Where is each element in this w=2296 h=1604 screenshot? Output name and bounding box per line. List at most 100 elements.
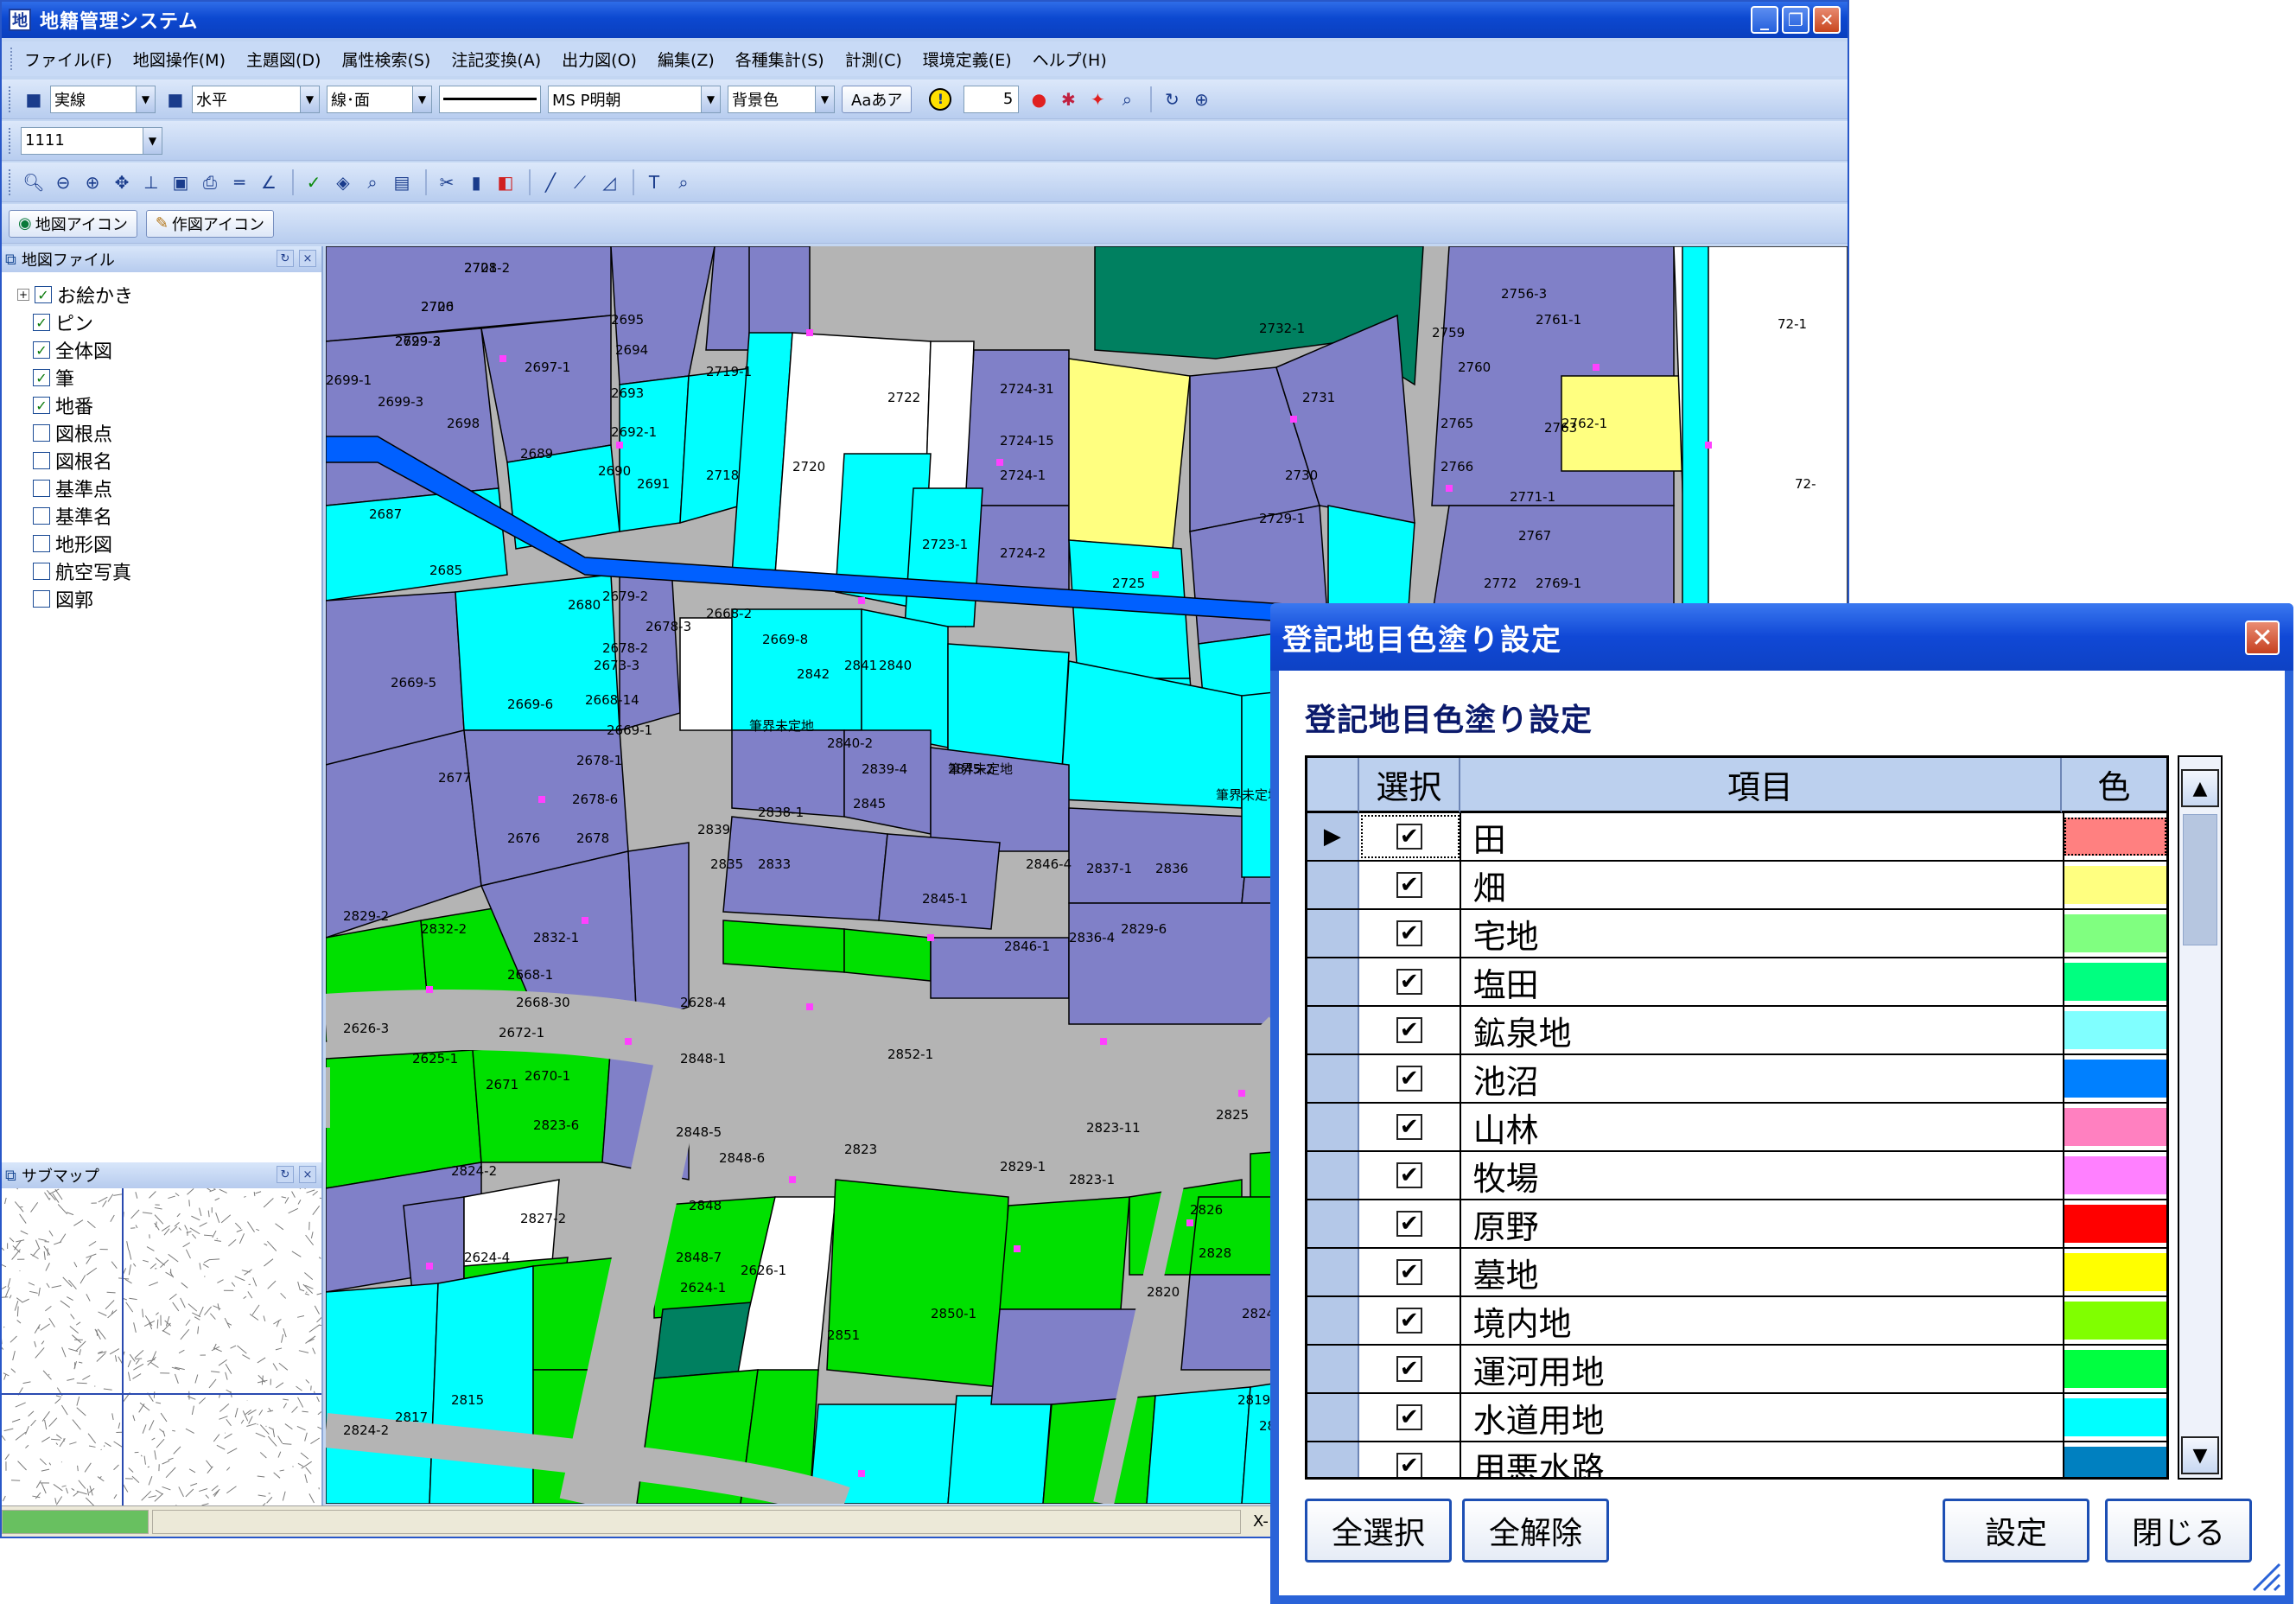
row-checkbox[interactable]: ✔	[1396, 1066, 1422, 1092]
layer-item[interactable]: ✓ ピン	[33, 309, 93, 336]
layer-item[interactable]: 基準点	[33, 474, 112, 502]
color-swatch[interactable]	[2064, 1156, 2166, 1194]
menu-grip[interactable]	[10, 48, 16, 70]
color-swatch[interactable]	[2064, 1447, 2166, 1477]
cut-icon[interactable]: ✂	[434, 169, 460, 196]
layer-item[interactable]: + ✓ お絵かき	[17, 281, 133, 309]
pin-icon[interactable]: ●	[1026, 86, 1052, 113]
fill-color-icon[interactable]: ■	[162, 86, 188, 113]
line-color-icon[interactable]: ■	[21, 86, 47, 113]
select-all-button[interactable]: 全選択	[1305, 1499, 1452, 1563]
close-button[interactable]: 閉じる	[2105, 1499, 2252, 1563]
layer-checkbox[interactable]: ✓	[33, 369, 50, 386]
deselect-all-button[interactable]: 全解除	[1462, 1499, 1609, 1563]
color-swatch[interactable]	[2064, 818, 2166, 856]
grid-header-color[interactable]: 色	[2061, 758, 2166, 813]
layer-checkbox[interactable]: ✓	[35, 286, 52, 303]
layer-item[interactable]: 図根点	[33, 419, 112, 447]
search-icon[interactable]: ⌕	[359, 169, 385, 196]
grid-row[interactable]: ✔ 宅地	[1307, 910, 2166, 958]
row-color-cell[interactable]	[2064, 958, 2166, 1005]
row-color-cell[interactable]	[2064, 1249, 2166, 1295]
scroll-up-button[interactable]: ▲	[2181, 769, 2219, 807]
layer-checkbox[interactable]	[33, 452, 50, 469]
grid-row[interactable]: ✔ 用悪水路	[1307, 1442, 2166, 1477]
row-checkbox[interactable]: ✔	[1396, 824, 1422, 850]
find-icon[interactable]: ⌕	[671, 169, 696, 196]
grid-row[interactable]: ✔ 水道用地	[1307, 1394, 2166, 1442]
document-icon[interactable]: ▤	[389, 169, 415, 196]
toolbar-grip[interactable]	[9, 86, 14, 112]
zoom-area-icon[interactable]: ⊕	[1188, 86, 1214, 113]
angle-icon[interactable]: ∠	[256, 169, 282, 196]
text-sample-button[interactable]: Aaあア	[842, 85, 913, 113]
check-tool-icon[interactable]: ✓	[301, 169, 327, 196]
grid-row[interactable]: ✔ 牧場	[1307, 1152, 2166, 1200]
line-style-select[interactable]: 実線 ▼	[50, 85, 156, 113]
warning-icon[interactable]: !	[920, 86, 960, 113]
row-color-cell[interactable]	[2064, 1007, 2166, 1053]
layer-checkbox[interactable]	[33, 535, 50, 552]
color-swatch[interactable]	[2064, 1302, 2166, 1340]
layer-checkbox[interactable]	[33, 424, 50, 442]
color-swatch[interactable]	[2064, 1060, 2166, 1098]
refresh-icon[interactable]: ↻	[1159, 86, 1185, 113]
grid-header-item[interactable]: 項目	[1460, 758, 2062, 813]
toolbar-grip[interactable]	[9, 169, 14, 195]
row-checkbox[interactable]: ✔	[1396, 1453, 1422, 1477]
row-checkbox[interactable]: ✔	[1396, 1017, 1422, 1043]
color-swatch[interactable]	[2064, 1108, 2166, 1146]
text-tool-icon[interactable]: T	[641, 169, 667, 196]
row-checkbox[interactable]: ✔	[1396, 1162, 1422, 1188]
row-color-cell[interactable]	[2064, 1346, 2166, 1392]
row-color-cell[interactable]	[2064, 1152, 2166, 1199]
map-icons-tab[interactable]: ◉ 地図アイコン	[9, 209, 137, 238]
color-swatch[interactable]	[2064, 1350, 2166, 1388]
toolbar-grip[interactable]	[9, 127, 14, 154]
layer-item[interactable]: ✓ 全体図	[33, 336, 112, 364]
shape-select[interactable]: 線･面 ▼	[327, 85, 432, 113]
close-icon[interactable]: ×	[299, 1166, 316, 1183]
menu-output-map[interactable]: 出力図(O)	[562, 48, 637, 71]
row-color-cell[interactable]	[2064, 910, 2166, 957]
resize-grip-icon[interactable]	[2247, 1557, 2281, 1592]
row-color-cell[interactable]	[2064, 1104, 2166, 1150]
submap-overview[interactable]	[2, 1188, 321, 1508]
line-preview[interactable]	[439, 85, 541, 113]
layer-item[interactable]: 図根名	[33, 447, 112, 474]
row-color-cell[interactable]	[2064, 1442, 2166, 1477]
layer-item[interactable]: ✓ 地番	[33, 391, 93, 419]
scroll-thumb[interactable]	[2183, 814, 2217, 945]
draw-polygon-icon[interactable]: ◿	[596, 169, 622, 196]
id-select[interactable]: 1111 ▼	[21, 126, 162, 155]
font-select[interactable]: MS P明朝 ▼	[548, 85, 721, 113]
row-checkbox[interactable]: ✔	[1396, 1259, 1422, 1285]
minimize-button[interactable]: _	[1751, 6, 1778, 34]
refresh-icon[interactable]: ↻	[277, 250, 294, 267]
background-select[interactable]: 背景色 ▼	[728, 85, 835, 113]
grid-row[interactable]: ✔ 運河用地	[1307, 1346, 2166, 1394]
layer-item[interactable]: ✓ 筆	[33, 364, 74, 391]
pin-move-icon[interactable]: ✦	[1084, 86, 1110, 113]
refresh-icon[interactable]: ↻	[277, 1166, 294, 1183]
layer-checkbox[interactable]: ✓	[33, 397, 50, 414]
row-color-cell[interactable]	[2064, 1055, 2166, 1102]
layer-checkbox[interactable]	[33, 480, 50, 497]
color-swatch[interactable]	[2064, 1011, 2166, 1049]
row-checkbox[interactable]: ✔	[1396, 1356, 1422, 1382]
pin-tool-icon[interactable]: ✱	[1055, 86, 1081, 113]
layer-item[interactable]: 地形図	[33, 530, 112, 557]
select-tool-icon[interactable]: ◈	[330, 169, 356, 196]
color-swatch[interactable]	[2064, 1205, 2166, 1243]
pan-icon[interactable]: ✥	[109, 169, 135, 196]
align-select[interactable]: 水平 ▼	[192, 85, 320, 113]
pin-search-icon[interactable]: ⌕	[1114, 86, 1140, 113]
layer-item[interactable]: 航空写真	[33, 557, 131, 585]
layer-checkbox[interactable]	[33, 507, 50, 525]
grid-row[interactable]: ✔ 畑	[1307, 862, 2166, 910]
menu-file[interactable]: ファイル(F)	[24, 48, 112, 71]
print-icon[interactable]: ⎙	[197, 169, 223, 196]
grid-row[interactable]: ✔ 池沼	[1307, 1055, 2166, 1104]
grid-row[interactable]: ✔ 墓地	[1307, 1249, 2166, 1297]
menu-map-operation[interactable]: 地図操作(M)	[133, 48, 226, 71]
